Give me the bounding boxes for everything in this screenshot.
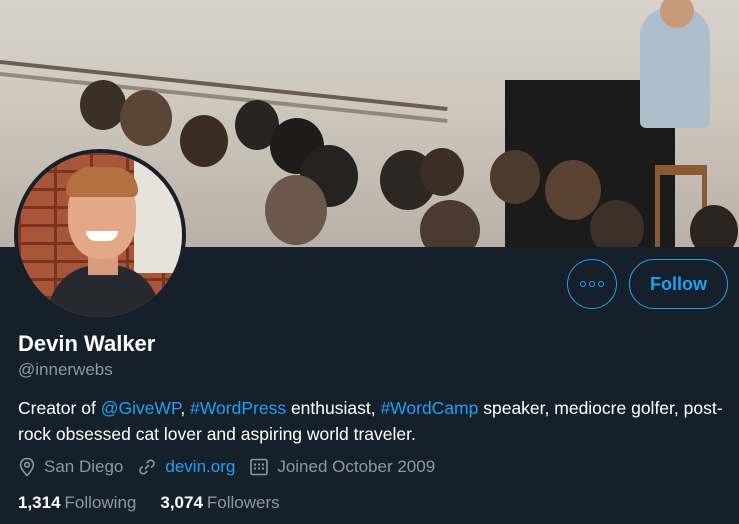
profile-avatar[interactable] [14,149,186,321]
website-item[interactable]: devin.org [137,457,235,477]
banner-rail [0,72,448,124]
banner-audience [265,175,327,245]
banner-audience [545,160,601,220]
profile-name: Devin Walker [18,331,156,356]
following-count: 1,314 [18,493,61,512]
calendar-icon [250,458,269,476]
followers-label: Followers [206,493,280,512]
more-dots-icon [580,281,604,287]
dot [589,281,595,287]
banner-audience [490,150,540,204]
location-pin-icon [19,457,35,477]
banner-audience [420,200,480,247]
following-stat[interactable]: 1,314 Following [18,493,136,513]
joined-text: Joined October 2009 [277,457,436,476]
joined-item: Joined October 2009 [249,457,435,477]
bio-mention-givewp[interactable]: @GiveWP [101,398,181,418]
banner-rail [0,60,448,112]
avatar-hair [66,167,138,197]
website-link[interactable]: devin.org [165,457,235,477]
banner-audience [180,115,228,167]
banner-audience [120,90,172,146]
profile-stats: 1,314 Following 3,074 Followers [18,491,304,515]
bio-text: enthusiast, [286,398,381,418]
more-options-button[interactable] [567,259,617,309]
location-item: San Diego [18,457,123,477]
banner-audience [420,148,464,196]
dot [598,281,604,287]
location-text: San Diego [44,457,124,476]
bio-hashtag-wordcamp[interactable]: #WordCamp [380,398,478,418]
dot [580,281,586,287]
following-label: Following [64,493,137,512]
banner-audience [80,80,126,130]
profile-meta: San Diego devin.org Joined October 2009 [18,455,449,479]
banner-audience [590,200,644,247]
profile-page: Follow Devin Walker @innerwebs Creator o… [0,0,739,524]
profile-bio: Creator of @GiveWP, #WordPress enthusias… [18,395,730,447]
follow-button[interactable]: Follow [629,259,728,309]
avatar-window [134,153,182,273]
avatar-smile [86,231,118,241]
followers-count: 3,074 [160,493,203,512]
bio-text: , [180,398,191,418]
bio-text: Creator of [18,398,101,418]
bio-hashtag-wordpress[interactable]: #WordPress [190,398,286,418]
link-icon [139,459,156,475]
banner-audience [690,205,738,247]
followers-stat[interactable]: 3,074 Followers [160,493,279,513]
profile-handle: @innerwebs [18,360,113,379]
